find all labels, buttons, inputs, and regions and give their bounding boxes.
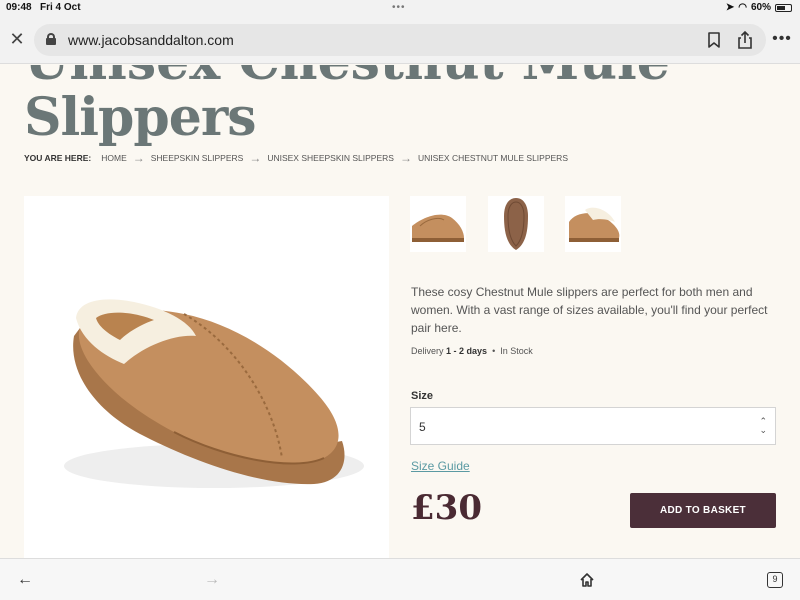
close-icon[interactable]: ✕ (6, 28, 28, 50)
bookmark-icon[interactable] (706, 31, 722, 49)
chevron-up-down-icon: ⌃ ⌄ (759, 416, 767, 435)
product-page: Unisex Chestnut Mule Slippers YOU ARE HE… (0, 65, 800, 558)
breadcrumb-lead: YOU ARE HERE: (24, 153, 92, 163)
battery-icon (775, 3, 792, 12)
breadcrumb-item-home[interactable]: HOME (101, 153, 127, 163)
breadcrumb: YOU ARE HERE: HOME → SHEEPSKIN SLIPPERS … (24, 151, 568, 165)
breadcrumb-item-sheepskin-slippers[interactable]: SHEEPSKIN SLIPPERS (151, 153, 244, 163)
delivery-info: Delivery 1 - 2 days • In Stock (411, 346, 533, 356)
url-text[interactable]: www.jacobsanddalton.com (68, 32, 234, 48)
status-time: 09:48 (6, 2, 32, 13)
battery-percent: 60% (750, 2, 771, 13)
more-options-icon[interactable]: ••• (772, 28, 792, 50)
size-guide-link[interactable]: Size Guide (411, 459, 470, 473)
breadcrumb-item-current: UNISEX CHESTNUT MULE SLIPPERS (417, 153, 568, 163)
address-field[interactable]: www.jacobsanddalton.com (34, 24, 766, 56)
size-label: Size (411, 390, 434, 402)
stock-status: In Stock (500, 346, 533, 356)
wifi-icon: ◠ (738, 2, 747, 13)
back-arrow-icon[interactable]: ← (13, 569, 37, 591)
arrow-right-icon: → (132, 151, 145, 165)
location-icon: ➤ (725, 2, 735, 13)
product-description: These cosy Chestnut Mule slippers are pe… (411, 285, 768, 335)
arrow-right-icon: → (249, 151, 262, 165)
arrow-right-icon: → (399, 151, 412, 165)
product-thumbnail[interactable] (488, 196, 544, 252)
browser-url-bar: ✕ www.jacobsanddalton.com ••• (0, 16, 800, 64)
delivery-label: Delivery (411, 346, 444, 356)
add-to-basket-button[interactable]: ADD TO BASKET (630, 493, 776, 528)
product-thumbnail[interactable] (410, 196, 466, 252)
share-icon[interactable] (736, 30, 754, 50)
delivery-value: 1 - 2 days (446, 346, 488, 356)
browser-toolbar: ← → 9 (0, 558, 800, 600)
delivery-separator: • (492, 346, 496, 356)
lock-icon (46, 33, 56, 45)
slipper-image (64, 299, 364, 488)
product-main-image[interactable] (24, 196, 389, 558)
forward-arrow-icon[interactable]: → (200, 569, 224, 591)
size-select-value: 5 (419, 420, 426, 434)
product-price: £30 (411, 488, 482, 528)
size-select[interactable]: 5 ⌃ ⌄ (410, 407, 776, 445)
status-bar: 09:48 Fri 4 Oct ••• ➤ ◠ 60% (0, 0, 800, 16)
breadcrumb-item-unisex-sheepskin-slippers[interactable]: UNISEX SHEEPSKIN SLIPPERS (267, 153, 394, 163)
multitasking-dots-icon[interactable]: ••• (392, 2, 406, 13)
product-title: Slippers (24, 87, 257, 148)
product-thumbnail[interactable] (565, 196, 621, 252)
status-indicators: ➤ ◠ 60% (726, 2, 792, 13)
home-icon[interactable] (575, 569, 599, 591)
tabs-count-icon[interactable]: 9 (767, 572, 783, 588)
status-date: Fri 4 Oct (40, 2, 81, 13)
